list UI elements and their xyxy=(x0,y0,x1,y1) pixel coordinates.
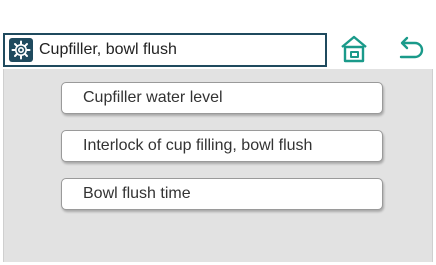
settings-button[interactable] xyxy=(9,38,33,62)
menu-panel: Cupfiller water level Interlock of cup f… xyxy=(3,69,433,262)
home-icon xyxy=(341,35,367,63)
bowl-flush-time-button[interactable]: Bowl flush time xyxy=(61,178,383,210)
back-arrow-icon xyxy=(399,36,424,59)
home-button[interactable] xyxy=(339,33,369,65)
screen: Cupfiller, bowl flush Cupfiller water le… xyxy=(0,0,436,265)
header: Cupfiller, bowl flush xyxy=(3,33,433,67)
page-title: Cupfiller, bowl flush xyxy=(39,41,177,58)
cupfiller-water-level-button[interactable]: Cupfiller water level xyxy=(61,82,383,114)
title-bar: Cupfiller, bowl flush xyxy=(3,33,327,67)
interlock-cup-filling-button[interactable]: Interlock of cup filling, bowl flush xyxy=(61,130,383,162)
back-button[interactable] xyxy=(395,33,427,65)
gear-icon xyxy=(11,40,31,60)
